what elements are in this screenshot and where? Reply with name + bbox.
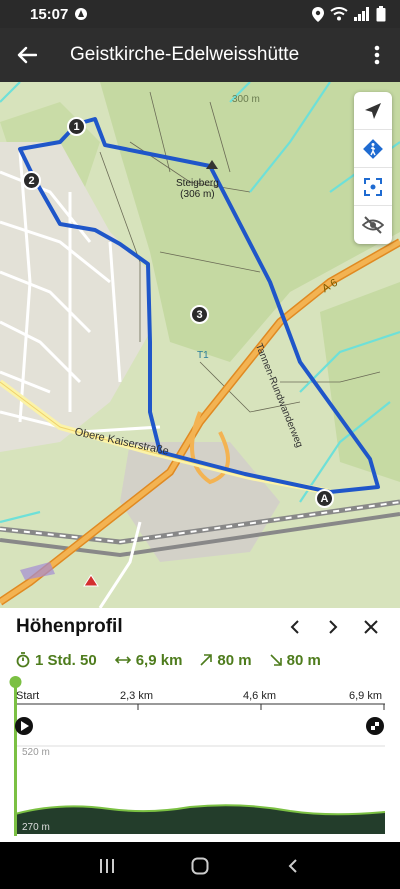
map-controls xyxy=(354,92,392,244)
elevation-panel: Höhenprofil 1 Std. 50 6,9 km 80 m 80 m S… xyxy=(0,608,400,842)
stopwatch-icon xyxy=(16,652,30,668)
descent-value: 80 m xyxy=(286,651,321,669)
map-view[interactable]: Steigberg (306 m) 300 m Tannen-Rundwande… xyxy=(0,82,400,608)
distance-value: 6,9 km xyxy=(135,651,183,669)
elevation-profile-chart[interactable]: Start 2,3 km 4,6 km 6,9 km 520 m 270 m xyxy=(0,674,400,842)
axis-tick-3: 4,6 km xyxy=(243,690,277,702)
hide-layer-button[interactable] xyxy=(354,206,392,244)
elevation-min-label: 270 m xyxy=(22,822,50,833)
chevron-right-icon xyxy=(329,620,338,634)
next-button[interactable] xyxy=(314,608,352,646)
waypoint-2[interactable]: 2 xyxy=(22,171,41,190)
axis-tick-start: Start xyxy=(16,690,40,702)
signal-icon xyxy=(354,7,370,21)
profile-graphic xyxy=(9,676,386,836)
route-stats: 1 Std. 50 6,9 km 80 m 80 m xyxy=(0,646,400,672)
arrow-down-right-icon xyxy=(270,654,282,666)
waypoint-1[interactable]: 1 xyxy=(67,117,86,136)
summit-name: Steigberg xyxy=(176,178,219,189)
axis-tick-end: 6,9 km xyxy=(349,690,383,702)
ascent-stat: 80 m xyxy=(200,651,252,669)
battery-icon xyxy=(376,6,386,22)
status-time: 15:07 xyxy=(30,5,69,23)
more-options-button[interactable] xyxy=(354,28,400,82)
eye-off-icon xyxy=(362,216,384,234)
summit-label: Steigberg (306 m) xyxy=(176,178,219,200)
focus-frame-icon xyxy=(364,177,382,196)
arrow-up-right-icon xyxy=(200,654,213,666)
close-icon xyxy=(364,620,378,634)
chevron-left-icon xyxy=(290,620,299,634)
hiking-route-button[interactable] xyxy=(354,130,392,168)
descent-stat: 80 m xyxy=(270,652,321,669)
panel-title: Höhenprofil xyxy=(16,616,123,637)
t1-label: T1 xyxy=(197,350,209,361)
summit-elevation: (306 m) xyxy=(180,189,215,200)
app-bar: Geistkirche-Edelweisshütte xyxy=(0,28,400,82)
duration-value: 1 Std. 50 xyxy=(35,651,97,669)
more-vert-icon xyxy=(374,45,380,65)
recent-apps-icon xyxy=(99,858,114,873)
ascent-value: 80 m xyxy=(217,651,252,669)
close-button[interactable] xyxy=(352,608,390,646)
status-bar: 15:07 xyxy=(0,0,400,28)
horizontal-arrows-icon xyxy=(114,656,131,664)
home-circle-icon xyxy=(191,857,209,874)
start-marker-a[interactable]: A xyxy=(315,489,334,508)
elevation-max-label: 520 m xyxy=(22,747,50,758)
duration-stat: 1 Std. 50 xyxy=(16,652,97,669)
waypoint-3[interactable]: 3 xyxy=(190,305,209,324)
route-title: Geistkirche-Edelweisshütte xyxy=(70,44,300,65)
hiker-diamond-icon xyxy=(363,138,383,159)
system-back-button[interactable] xyxy=(273,846,313,886)
home-button[interactable] xyxy=(180,846,220,886)
location-icon xyxy=(312,6,324,22)
locate-me-button[interactable] xyxy=(354,92,392,130)
map-base-layer xyxy=(0,82,400,608)
wifi-icon xyxy=(330,7,348,21)
fit-route-button[interactable] xyxy=(354,168,392,206)
system-nav-bar xyxy=(0,842,400,889)
app-notification-icon xyxy=(74,7,88,21)
previous-button[interactable] xyxy=(276,608,314,646)
arrow-left-icon xyxy=(17,46,37,64)
axis-tick-2: 2,3 km xyxy=(120,690,154,702)
chevron-back-icon xyxy=(288,858,298,873)
recent-apps-button[interactable] xyxy=(87,846,127,886)
distance-stat: 6,9 km xyxy=(114,651,183,669)
contour-label: 300 m xyxy=(232,94,260,105)
navigation-arrow-icon xyxy=(365,102,381,119)
back-button[interactable] xyxy=(0,28,54,82)
